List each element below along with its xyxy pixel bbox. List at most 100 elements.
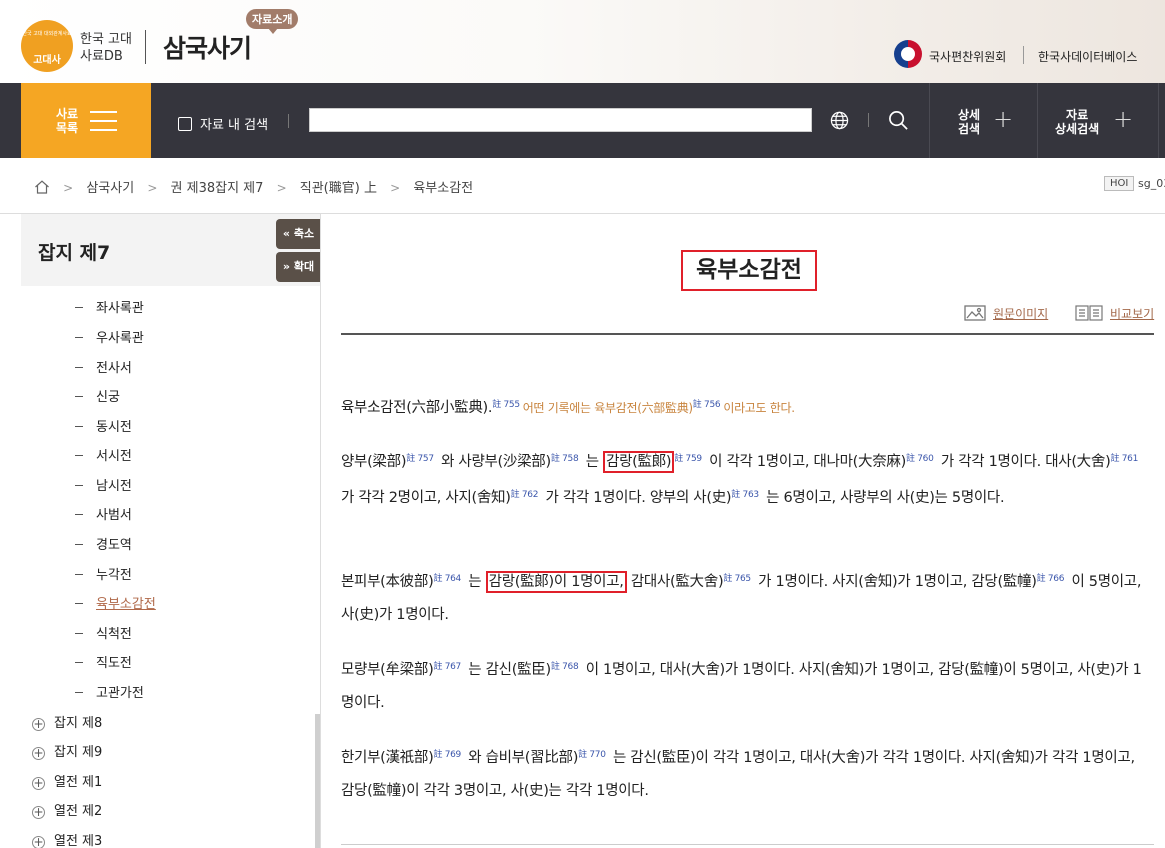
sidebar-item-label: 열전 제1 bbox=[54, 775, 103, 790]
sidebar-subitem[interactable]: 누각전 bbox=[75, 564, 132, 583]
db-label-line2: 사료DB bbox=[80, 49, 123, 64]
highlighted-term: 감랑(監郞) bbox=[603, 451, 675, 473]
sidebar-subitem[interactable]: 남시전 bbox=[75, 475, 132, 494]
text-span: 한기부(漢祇部) bbox=[341, 750, 434, 766]
sidebar-item-label: 열전 제2 bbox=[54, 804, 103, 819]
sidebar-subitem[interactable]: 직도전 bbox=[75, 652, 132, 671]
menu-label: 사료 목록 bbox=[56, 107, 78, 135]
sidebar-subitem[interactable]: 신궁 bbox=[75, 386, 120, 405]
footnote-link[interactable]: 註 755 bbox=[492, 400, 520, 410]
home-icon[interactable] bbox=[34, 180, 50, 194]
footnote-link[interactable]: 註 767 bbox=[433, 662, 461, 672]
intro-badge[interactable]: 자료소개 bbox=[246, 9, 299, 34]
data-advanced-search-label: 자료 상세검색 bbox=[1055, 108, 1099, 136]
plus-circle-icon[interactable]: + bbox=[32, 747, 45, 760]
advanced-search-button[interactable]: 상세 검색 + bbox=[929, 83, 1037, 158]
expand-label: 확대 bbox=[293, 260, 315, 273]
variant-note: 이라고도 한다. bbox=[723, 401, 795, 415]
sidebar-subitem[interactable]: 사범서 bbox=[75, 504, 132, 523]
breadcrumb-item[interactable]: 삼국사기 bbox=[86, 181, 134, 196]
footnote-link[interactable]: 註 768 bbox=[551, 662, 579, 672]
sidebar-item-label: 잡지 제8 bbox=[54, 716, 103, 731]
footnote-link[interactable]: 註 765 bbox=[723, 574, 751, 584]
sidebar-item[interactable]: + 열전 제3 bbox=[32, 830, 102, 848]
site-logo[interactable]: 한국 고대 대외관계사료 고대사 bbox=[21, 20, 73, 72]
data-advanced-search-button[interactable]: 자료 상세검색 + bbox=[1037, 83, 1165, 158]
text-span: 이 각각 1명이고, 대나마(大奈麻) bbox=[709, 454, 906, 470]
db-label[interactable]: 한국 고대 사료DB bbox=[80, 31, 132, 65]
sidebar-item[interactable]: + 열전 제2 bbox=[32, 800, 102, 819]
footnote-link[interactable]: 註 762 bbox=[511, 490, 539, 500]
compare-view-link[interactable]: 비교보기 bbox=[1075, 305, 1154, 322]
plus-circle-icon[interactable]: + bbox=[32, 718, 45, 731]
paragraph-2: 양부(梁部)註 757 와 사량부(沙梁部)註 758 는 감랑(監郞) 註 75… bbox=[341, 443, 1151, 515]
paragraph-4: 모량부(牟梁部)註 767 는 감신(監臣)註 768 이 1명이고, 대사(大… bbox=[341, 651, 1151, 720]
subitem-label: 누각전 bbox=[96, 568, 132, 583]
advanced-search-label: 상세 검색 bbox=[958, 108, 980, 136]
original-image-label: 원문이미지 bbox=[993, 307, 1049, 321]
sidebar-item-label: 열전 제3 bbox=[54, 834, 103, 848]
sidebar-subitem-active[interactable]: 육부소감전 bbox=[75, 593, 156, 612]
site-title[interactable]: 삼국사기 bbox=[163, 29, 252, 65]
breadcrumb-item[interactable]: 직관(職官) 上 bbox=[300, 181, 377, 196]
globe-icon[interactable] bbox=[830, 111, 849, 130]
hoi-badge[interactable]: HOI bbox=[1104, 176, 1135, 191]
breadcrumb-item[interactable]: 권 제38잡지 제7 bbox=[171, 181, 264, 196]
sidebar-item[interactable]: + 열전 제1 bbox=[32, 771, 102, 790]
search-icon[interactable] bbox=[888, 110, 909, 131]
footnote-link[interactable]: 註 769 bbox=[433, 750, 461, 760]
footnote-link[interactable]: 註 759 bbox=[674, 454, 702, 464]
document-id: sg_03 bbox=[1138, 177, 1165, 190]
expand-button[interactable]: » 확대 bbox=[276, 252, 320, 282]
search-within-checkbox[interactable]: 자료 내 검색 bbox=[178, 114, 268, 133]
sidebar-subitem[interactable]: 식척전 bbox=[75, 623, 132, 642]
footnote-link[interactable]: 註 770 bbox=[578, 750, 606, 760]
menu-label-line2: 목록 bbox=[56, 121, 79, 135]
footnote-link[interactable]: 註 761 bbox=[1110, 454, 1138, 464]
footnote-link[interactable]: 註 757 bbox=[406, 454, 434, 464]
hamburger-icon bbox=[90, 111, 117, 131]
sidebar-subitem[interactable]: 우사록관 bbox=[75, 327, 144, 346]
compare-label: 비교보기 bbox=[1110, 307, 1155, 321]
footnote-link[interactable]: 註 758 bbox=[551, 454, 579, 464]
text-span: 육부소감전(六部小監典). bbox=[341, 400, 493, 416]
subitem-label: 식척전 bbox=[96, 627, 132, 642]
sidebar-item-label: 잡지 제9 bbox=[54, 745, 103, 760]
korean-history-db-link[interactable]: 한국사데이터베이스 bbox=[1038, 48, 1137, 65]
search-within-label: 자료 내 검색 bbox=[200, 118, 269, 133]
chevron-right-icon: > bbox=[276, 181, 287, 195]
sidebar-subitem[interactable]: 동시전 bbox=[75, 416, 132, 435]
org-link[interactable]: 국사편찬위원회 bbox=[929, 48, 1006, 65]
original-image-link[interactable]: 원문이미지 bbox=[964, 305, 1048, 322]
data-adv-line1: 자료 bbox=[1066, 108, 1089, 122]
footnote-link[interactable]: 註 760 bbox=[906, 454, 934, 464]
search-input[interactable] bbox=[309, 108, 812, 132]
subitem-label: 신궁 bbox=[96, 390, 120, 405]
paragraph-1: 육부소감전(六部小監典).註 755 어떤 기록에는 육부감전(六部監典)註 75… bbox=[341, 389, 1151, 425]
text-span: 모량부(牟梁部) bbox=[341, 662, 434, 678]
footnote-link[interactable]: 註 756 bbox=[693, 400, 721, 410]
text-span: 는 bbox=[468, 574, 482, 590]
collapse-button[interactable]: « 축소 bbox=[276, 219, 320, 249]
sidebar-subitem[interactable]: 서시전 bbox=[75, 445, 132, 464]
content-divider bbox=[341, 844, 1154, 845]
checkbox-icon[interactable] bbox=[178, 117, 192, 131]
sidebar-subitem[interactable]: 경도역 bbox=[75, 534, 132, 553]
sidebar-subitem[interactable]: 전사서 bbox=[75, 357, 132, 376]
sidebar-item[interactable]: + 잡지 제8 bbox=[32, 712, 102, 731]
adv-line1: 상세 bbox=[958, 108, 981, 122]
source-list-menu-button[interactable]: 사료 목록 bbox=[21, 83, 151, 158]
plus-circle-icon[interactable]: + bbox=[32, 777, 45, 790]
plus-circle-icon[interactable]: + bbox=[32, 806, 45, 819]
title-divider bbox=[341, 333, 1154, 335]
plus-circle-icon[interactable]: + bbox=[32, 836, 45, 848]
footnote-link[interactable]: 註 766 bbox=[1037, 574, 1065, 584]
sidebar-item[interactable]: + 잡지 제9 bbox=[32, 741, 102, 760]
footnote-link[interactable]: 註 764 bbox=[433, 574, 461, 584]
sidebar-subitem[interactable]: 고관가전 bbox=[75, 682, 144, 701]
footnote-link[interactable]: 註 763 bbox=[731, 490, 759, 500]
subitem-label: 직도전 bbox=[96, 656, 132, 671]
sidebar-subitem[interactable]: 좌사록관 bbox=[75, 297, 144, 316]
nav-overflow-edge bbox=[1158, 83, 1165, 158]
adv-line2: 검색 bbox=[958, 122, 981, 136]
